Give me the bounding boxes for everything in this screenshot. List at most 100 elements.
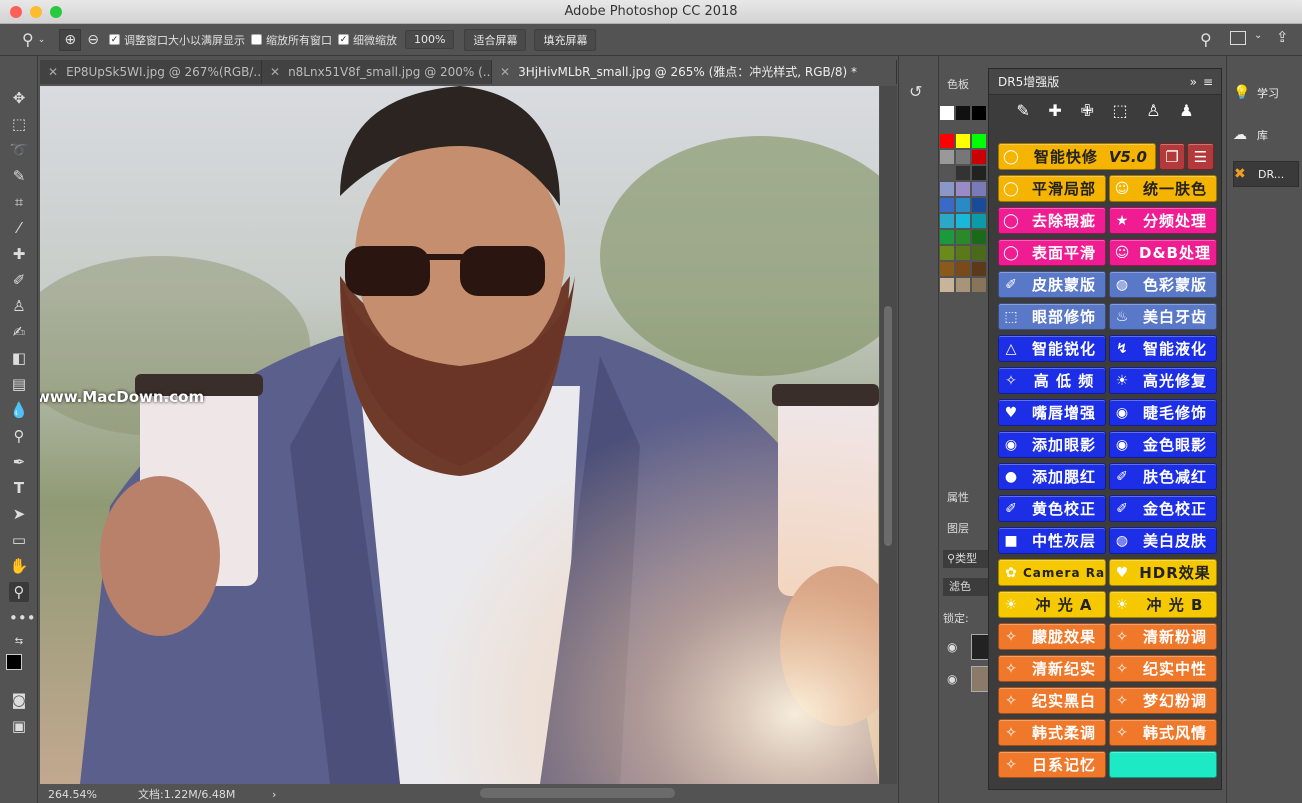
swatch-red[interactable] <box>940 134 954 148</box>
dr5-button[interactable]: ✧ 韩式柔调 <box>998 719 1106 746</box>
swatch-cyan1[interactable] <box>940 214 954 228</box>
swap-colors-icon[interactable]: ⇆ <box>9 632 29 652</box>
visibility-eye-icon[interactable]: ◉ <box>947 640 957 654</box>
expand-icon[interactable]: » <box>1190 69 1197 95</box>
swatch-black[interactable] <box>956 106 970 120</box>
foreground-color-swatch[interactable] <box>6 654 22 670</box>
eyedropper-tool-icon[interactable]: ⁄ <box>9 218 29 238</box>
status-menu-arrow[interactable]: › <box>272 786 276 803</box>
maximize-window-button[interactable] <box>50 6 62 18</box>
dr5-button[interactable]: ◯ 平滑局部 <box>998 175 1106 202</box>
more-tools-icon[interactable]: ••• <box>9 608 36 628</box>
dr5-layers-button[interactable]: ❐ <box>1159 143 1185 170</box>
crop-tool-icon[interactable]: ⌗ <box>9 192 29 212</box>
dr5-button[interactable]: ♨ 美白牙齿 <box>1109 303 1217 330</box>
move-tool-icon[interactable]: ✥ <box>9 88 29 108</box>
scrubby-zoom-checkbox[interactable]: ✓ <box>338 34 349 45</box>
dr5-button[interactable]: ☺ 统一肤色 <box>1109 175 1217 202</box>
dr5-button[interactable]: ✧ 纪实黑白 <box>998 687 1106 714</box>
quick-select-tool-icon[interactable]: ✎ <box>9 166 29 186</box>
tab-document-2[interactable]: ✕ n8Lnx51V8f_small.jpg @ 200% (... <box>262 60 492 84</box>
swatch-cyan2[interactable] <box>956 214 970 228</box>
dr5-button[interactable]: ✧ 韩式风情 <box>1109 719 1217 746</box>
dr5-button[interactable]: ✧ 梦幻粉调 <box>1109 687 1217 714</box>
swatch-dark[interactable] <box>972 106 986 120</box>
brush-tool-icon[interactable]: ✐ <box>9 270 29 290</box>
swatch-red2[interactable] <box>972 150 986 164</box>
dr5-button[interactable]: ☺ D&B处理 <box>1109 239 1217 266</box>
swatch-blue1[interactable] <box>940 182 954 196</box>
dr5-button[interactable]: ✐ 金色校正 <box>1109 495 1217 522</box>
brush-fix-icon[interactable]: ✎ <box>1016 101 1029 125</box>
swatch-blue2[interactable] <box>956 182 970 196</box>
tab-document-3[interactable]: ✕ 3HjHivMLbR_small.jpg @ 265% (雅点：冲光样式, R… <box>492 60 897 84</box>
swatch-gray2[interactable] <box>956 150 970 164</box>
dr5-button[interactable]: ◯ 表面平滑 <box>998 239 1106 266</box>
properties-tab[interactable]: 属性 <box>947 489 969 505</box>
dr5-button[interactable]: △ 智能锐化 <box>998 335 1106 362</box>
swatch-gray3[interactable] <box>940 166 954 180</box>
learn-panel-item[interactable]: 💡 学习 <box>1233 80 1301 106</box>
close-tab-icon[interactable]: ✕ <box>48 65 58 79</box>
dr5-button[interactable]: ◯ 去除瑕疵 <box>998 207 1106 234</box>
resize-windows-checkbox[interactable]: ✓ <box>109 34 120 45</box>
dr-panel-item[interactable]: ✖ DR... <box>1233 161 1299 187</box>
dr5-button[interactable]: ■ 中性灰层 <box>998 527 1106 554</box>
dr5-button[interactable]: ☀ 冲 光 A <box>998 591 1106 618</box>
dr5-button[interactable]: ✧ 日系记忆 <box>998 751 1106 778</box>
scroll-thumb[interactable] <box>884 306 892 546</box>
swatch-olive1[interactable] <box>940 246 954 260</box>
blend-mode-select[interactable]: 滤色 <box>943 578 989 596</box>
minimize-window-button[interactable] <box>30 6 42 18</box>
dr5-button[interactable]: ◍ 色彩蒙版 <box>1109 271 1217 298</box>
zoom-tool-preset-icon[interactable]: ⚲ <box>22 30 34 49</box>
dr5-button[interactable]: ✧ 纪实中性 <box>1109 655 1217 682</box>
swatch-blue5[interactable] <box>956 198 970 212</box>
swatch-blue4[interactable] <box>940 198 954 212</box>
fit-screen-button[interactable]: 适合屏幕 <box>464 28 527 51</box>
panel-menu-icon[interactable]: ≡ <box>1203 69 1213 95</box>
swatch-brown2[interactable] <box>956 262 970 276</box>
swatch-gray5[interactable] <box>972 166 986 180</box>
swatch-green2[interactable] <box>956 230 970 244</box>
pen-tool-icon[interactable]: ✒ <box>9 452 29 472</box>
dr5-button[interactable]: ◉ 金色眼影 <box>1109 431 1217 458</box>
gradient-tool-icon[interactable]: ▤ <box>9 374 29 394</box>
share-icon[interactable]: ⇪ <box>1276 28 1289 46</box>
eraser-tool-icon[interactable]: ◧ <box>9 348 29 368</box>
layer-type-filter[interactable]: ⚲类型 <box>943 550 989 568</box>
chip-icon[interactable]: ⬚ <box>1113 101 1128 125</box>
dr5-button[interactable]: ✐ 黄色校正 <box>998 495 1106 522</box>
dr5-button[interactable]: ✐ 皮肤蒙版 <box>998 271 1106 298</box>
zoom-all-windows-checkbox[interactable] <box>251 34 262 45</box>
zoom-out-icon[interactable]: ⊖ <box>87 32 99 48</box>
swatch-green3[interactable] <box>972 230 986 244</box>
dr5-button[interactable]: ♥ HDR效果 <box>1109 559 1217 586</box>
dr5-button[interactable]: ◍ 美白皮肤 <box>1109 527 1217 554</box>
type-tool-icon[interactable]: T <box>9 478 29 498</box>
swatch-olive3[interactable] <box>972 246 986 260</box>
layer-thumbnail[interactable] <box>971 666 989 692</box>
patch-icon[interactable]: ✙ <box>1080 101 1093 125</box>
dr5-button[interactable]: ♥ 嘴唇增强 <box>998 399 1106 426</box>
swatch-blue6[interactable] <box>972 198 986 212</box>
visibility-eye-icon[interactable]: ◉ <box>947 672 957 686</box>
swatch-blue3[interactable] <box>972 182 986 196</box>
dr5-button[interactable]: ◉ 添加眼影 <box>998 431 1106 458</box>
dr5-button[interactable]: ★ 分频处理 <box>1109 207 1217 234</box>
dr5-button[interactable]: ✧ 朦胧效果 <box>998 623 1106 650</box>
layers-tab[interactable]: 图层 <box>947 520 969 536</box>
close-tab-icon[interactable]: ✕ <box>270 65 280 79</box>
lasso-tool-icon[interactable]: ➰ <box>9 140 29 160</box>
dr5-button[interactable]: ✐ 肤色减红 <box>1109 463 1217 490</box>
layer-thumbnail[interactable] <box>971 634 989 660</box>
swatch-yellow[interactable] <box>956 134 970 148</box>
healing-brush-tool-icon[interactable]: ✚ <box>9 244 29 264</box>
swatch-tan1[interactable] <box>940 278 954 292</box>
dr5-button[interactable]: ↯ 智能液化 <box>1109 335 1217 362</box>
swatch-gray4[interactable] <box>956 166 970 180</box>
swatch-green1[interactable] <box>940 230 954 244</box>
swatch-tan2[interactable] <box>956 278 970 292</box>
swatches-tab[interactable]: 色板 <box>947 76 969 92</box>
zoom-readout[interactable]: 264.54% <box>48 786 97 803</box>
